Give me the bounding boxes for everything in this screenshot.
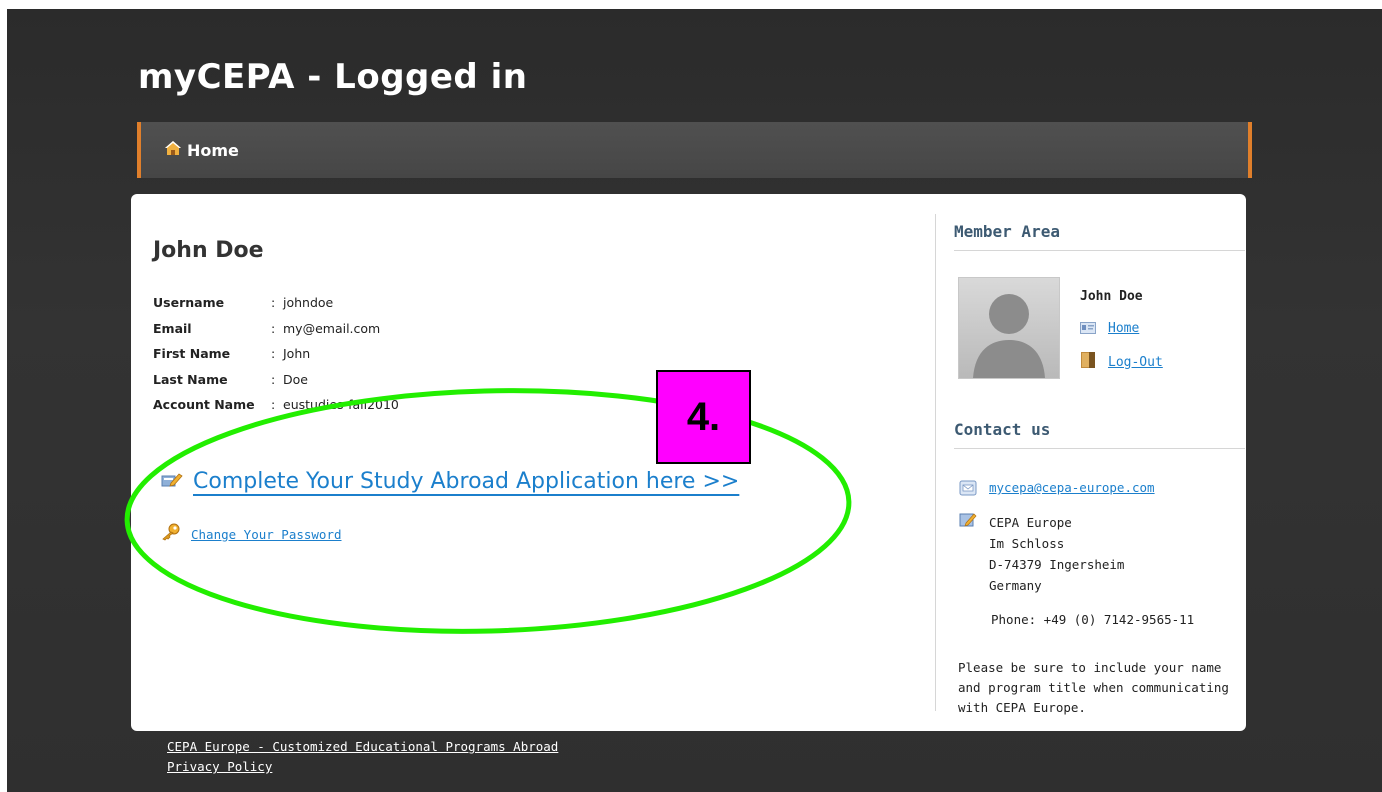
field-separator: : <box>271 320 276 336</box>
page-title: myCEPA - Logged in <box>138 57 528 97</box>
mail-icon <box>959 480 977 500</box>
door-icon <box>1080 351 1096 373</box>
sidebar: Member Area John Doe Home Log-Out Contac… <box>947 194 1245 731</box>
profile-name: John Doe <box>153 238 264 263</box>
id-card-icon <box>1080 319 1096 338</box>
contact-address: CEPA Europe Im Schloss D-74379 Ingershei… <box>989 512 1124 596</box>
note-edit-icon <box>959 512 977 532</box>
key-icon <box>161 523 181 545</box>
field-value: Doe <box>283 371 308 387</box>
field-label: Username <box>153 295 225 311</box>
member-home-label[interactable]: Home <box>1108 321 1139 336</box>
member-name: John Doe <box>1080 289 1143 304</box>
field-label: First Name <box>153 346 231 362</box>
footer-cepa-link[interactable]: CEPA Europe - Customized Educational Pro… <box>167 737 558 757</box>
field-label: Last Name <box>153 371 228 387</box>
field-value: johndoe <box>283 295 334 311</box>
nav-home-label: Home <box>187 140 239 160</box>
field-label: Account Name <box>153 397 255 413</box>
application-link[interactable]: Complete Your Study Abroad Application h… <box>193 469 739 494</box>
address-line: Germany <box>989 578 1042 593</box>
contact-email-link[interactable]: mycepa@cepa-europe.com <box>989 480 1155 495</box>
password-link-row[interactable]: Change Your Password <box>161 523 342 545</box>
note-line: and program title when communicating <box>958 680 1229 695</box>
field-separator: : <box>271 397 276 413</box>
field-separator: : <box>271 295 276 311</box>
edit-form-icon <box>161 471 183 493</box>
profile-row-last-name: Last Name : Doe <box>153 367 399 393</box>
address-line: CEPA Europe <box>989 515 1072 530</box>
step-number-badge: 4. <box>656 370 751 464</box>
field-value: John <box>283 346 311 362</box>
note-line: Please be sure to include your name <box>958 660 1222 675</box>
field-label: Email <box>153 320 192 336</box>
profile-row-account-name: Account Name : eustudies-fall2010 <box>153 392 399 418</box>
profile-row-first-name: First Name : John <box>153 341 399 367</box>
member-logout-label[interactable]: Log-Out <box>1108 355 1163 370</box>
avatar <box>958 277 1060 379</box>
change-password-link[interactable]: Change Your Password <box>191 527 342 542</box>
profile-details: Username : johndoe Email : my@email.com … <box>153 290 399 418</box>
contact-heading: Contact us <box>954 420 1245 449</box>
profile-row-email: Email : my@email.com <box>153 316 399 342</box>
note-line: with CEPA Europe. <box>958 700 1086 715</box>
footer: CEPA Europe - Customized Educational Pro… <box>167 737 558 777</box>
nav-bar: Home <box>137 122 1252 178</box>
address-line: Im Schloss <box>989 536 1065 551</box>
member-area-heading: Member Area <box>954 222 1245 251</box>
contact-address-row: CEPA Europe Im Schloss D-74379 Ingershei… <box>959 512 1124 596</box>
field-separator: : <box>271 346 276 362</box>
contact-email-row[interactable]: mycepa@cepa-europe.com <box>959 480 1155 500</box>
nav-home-link[interactable]: Home <box>164 139 239 161</box>
address-line: D-74379 Ingersheim <box>989 557 1125 572</box>
home-icon <box>164 139 182 161</box>
field-separator: : <box>271 371 276 387</box>
application-link-row[interactable]: Complete Your Study Abroad Application h… <box>161 469 739 494</box>
profile-row-username: Username : johndoe <box>153 290 399 316</box>
field-value: my@email.com <box>283 320 381 336</box>
member-home-link[interactable]: Home <box>1080 319 1139 338</box>
field-value: eustudies-fall2010 <box>283 397 399 413</box>
column-divider <box>935 214 936 711</box>
contact-phone: Phone: +49 (0) 7142-9565-11 <box>991 612 1195 627</box>
contact-note: Please be sure to include your name and … <box>958 658 1246 718</box>
main-content: John Doe Username : johndoe Email : my@e… <box>131 194 929 731</box>
footer-privacy-link[interactable]: Privacy Policy <box>167 757 558 777</box>
member-logout-link[interactable]: Log-Out <box>1080 351 1163 373</box>
